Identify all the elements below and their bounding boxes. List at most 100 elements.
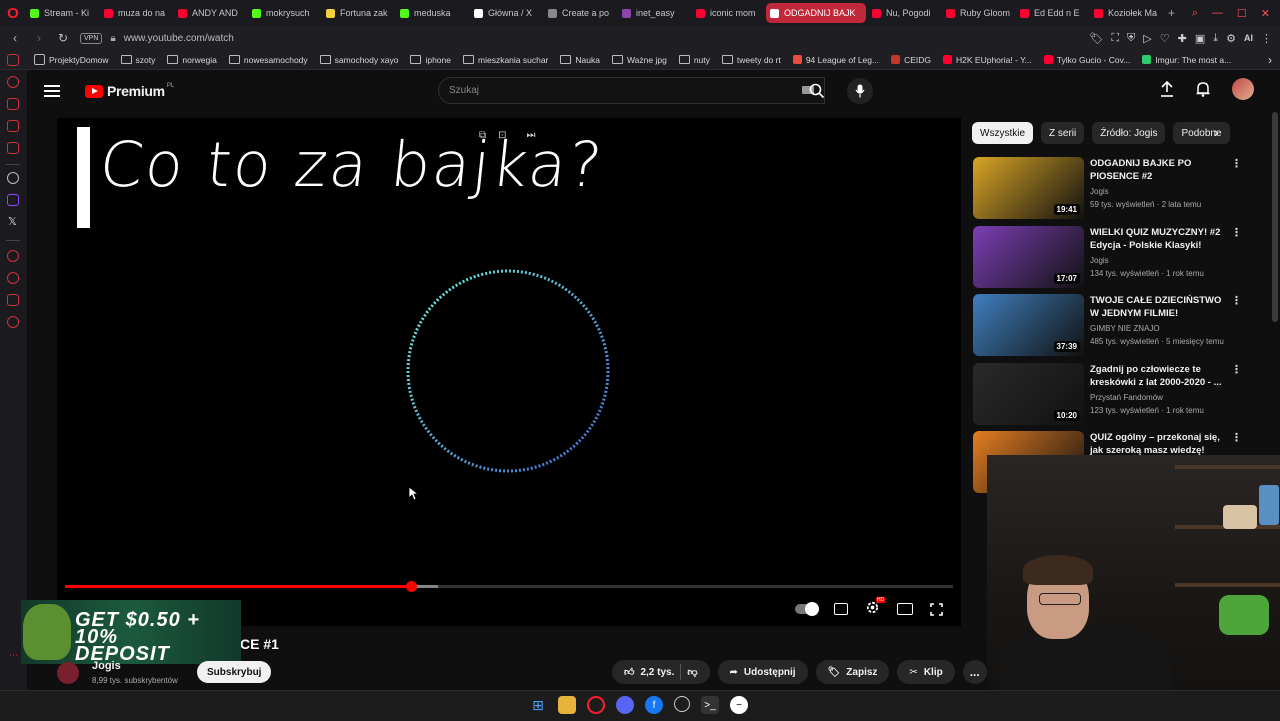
video-thumbnail[interactable]: 17:07: [973, 226, 1084, 288]
opera-logo-icon[interactable]: O: [0, 0, 26, 26]
like-count[interactable]: 2,2 tys.: [640, 667, 674, 678]
filter-chip[interactable]: Podobne: [1173, 122, 1230, 144]
app-icon[interactable]: −: [730, 696, 748, 714]
clip-button[interactable]: ✂ Klip: [897, 660, 955, 684]
browser-tab[interactable]: Fortuna zak: [322, 3, 394, 23]
search-input[interactable]: Szukaj: [438, 77, 825, 104]
bookmark-item[interactable]: nowesamochody: [228, 55, 308, 65]
bookmark-item[interactable]: mieszkania suchar: [463, 55, 548, 65]
extensions-icon[interactable]: ✚: [1178, 32, 1187, 45]
heart-icon[interactable]: ♡: [1160, 32, 1170, 45]
player-icon[interactable]: ▷: [1143, 32, 1151, 45]
video-title[interactable]: QUIZ ogólny – przekonaj się, jak szeroką…: [1090, 431, 1225, 457]
casino-ad-overlay[interactable]: GET $0.50 + 10% DEPOSIT: [21, 600, 241, 664]
browser-tab[interactable]: inet_easy: [618, 3, 690, 23]
bookmark-item[interactable]: samochody xayo: [319, 55, 398, 65]
browser-tab[interactable]: ANDY AND: [174, 3, 246, 23]
more-options-icon[interactable]: ⋮: [1231, 431, 1242, 444]
back-icon[interactable]: ‹: [6, 31, 24, 45]
recommended-video[interactable]: 19:41 ODGADNIJ BAJKE PO PIOSENCE #2 Jogis 5…: [973, 157, 1273, 219]
search-button[interactable]: [802, 77, 832, 104]
channel-name[interactable]: Jogis: [92, 660, 121, 672]
bookmark-item[interactable]: ProjektyDomow: [34, 54, 109, 65]
skip-next-icon[interactable]: ⏭: [527, 130, 536, 141]
channel-avatar[interactable]: [57, 662, 79, 684]
youtube-premium-logo[interactable]: Premium PL: [85, 83, 174, 99]
video-title[interactable]: Zgadnij po człowiecze te kreskówki z lat…: [1090, 363, 1225, 389]
scrubber-knob[interactable]: [406, 581, 418, 592]
browser-tab[interactable]: mokrysuch: [248, 3, 320, 23]
recommended-video[interactable]: 10:20 Zgadnij po człowiecze te kreskówki …: [973, 363, 1273, 425]
bookmark-item[interactable]: iphone: [410, 55, 451, 65]
more-options-icon[interactable]: ⋮: [1231, 157, 1242, 170]
close-window-icon[interactable]: ✕: [1261, 7, 1270, 20]
windows-start-icon[interactable]: ⊞: [529, 696, 547, 714]
browser-tab[interactable]: muza do na: [100, 3, 172, 23]
fullscreen-icon[interactable]: [930, 602, 943, 616]
sidebar-expand-icon[interactable]: ⋯: [9, 650, 18, 661]
discord-icon[interactable]: [616, 696, 634, 714]
obs-icon[interactable]: [674, 696, 690, 712]
facebook-icon[interactable]: f: [645, 696, 663, 714]
clock-icon[interactable]: [7, 272, 19, 284]
bookmark-item[interactable]: szoty: [120, 55, 155, 65]
chips-next-arrow-icon[interactable]: ›: [1214, 124, 1219, 140]
recommended-video[interactable]: 17:07 WIELKI QUIZ MUZYCZNY! #2 Edycja - P…: [973, 226, 1273, 288]
terminal-icon[interactable]: >_: [701, 696, 719, 714]
more-options-icon[interactable]: ⋮: [1231, 363, 1242, 376]
progress-bar[interactable]: [65, 581, 953, 592]
share-button[interactable]: ➦ Udostępnij: [717, 660, 808, 684]
video-title[interactable]: ODGADNIJ BAJKE PO PIOSENCE #2: [1090, 157, 1225, 183]
download-icon[interactable]: ⤓: [1213, 32, 1218, 45]
bookmark-item[interactable]: norwegia: [167, 55, 217, 65]
browser-tab[interactable]: Ruby Gloom: [942, 3, 1014, 23]
bookmarks-more-icon[interactable]: ›: [1268, 53, 1280, 67]
browser-tab[interactable]: ODGADNIJ BAJK: [766, 3, 866, 23]
pip-icon[interactable]: ⊡: [498, 130, 506, 141]
thumbs-up-icon[interactable]: 👍︎: [624, 666, 634, 678]
minimize-icon[interactable]: —: [1212, 7, 1223, 20]
bag-icon[interactable]: [7, 98, 19, 110]
maximize-icon[interactable]: ☐: [1237, 7, 1247, 20]
save-button[interactable]: 🏷︎ Zapisz: [815, 660, 890, 684]
snapshot-icon[interactable]: ⛶: [1111, 32, 1119, 45]
channel-name[interactable]: Jogis: [1090, 256, 1109, 265]
autoplay-toggle[interactable]: [795, 602, 819, 616]
video-title[interactable]: TWOJE CAŁE DZIECIŃSTWO W JEDNYM FILMIE!: [1090, 294, 1225, 320]
menu-icon[interactable]: ⋮: [1261, 32, 1272, 45]
sidebar-scrollbar[interactable]: [1272, 112, 1278, 322]
subscribe-button[interactable]: Subskrybuj: [197, 661, 272, 683]
filter-chip[interactable]: Źródło: Jogis: [1092, 122, 1166, 144]
box-icon[interactable]: [7, 294, 19, 306]
easy-setup-icon[interactable]: ⚙: [1226, 32, 1236, 45]
thumbs-down-icon[interactable]: 👎︎: [687, 666, 697, 678]
video-player[interactable]: Co to za bajka? ⧉ ⊡ ⏭ HD: [57, 118, 961, 626]
instagram-icon[interactable]: [7, 142, 19, 154]
voice-search-button[interactable]: [847, 78, 873, 104]
bookmark-item[interactable]: CEIDG: [891, 55, 931, 65]
x-icon[interactable]: 𝕏: [8, 215, 17, 228]
bookmark-item[interactable]: tweety do rt: [721, 55, 781, 65]
home-icon[interactable]: [7, 54, 19, 66]
video-thumbnail[interactable]: 19:41: [973, 157, 1084, 219]
more-actions-button[interactable]: ...: [962, 660, 987, 684]
channel-name[interactable]: GIMBY NIE ZNAJO: [1090, 324, 1160, 333]
filter-chip[interactable]: Wszystkie: [972, 122, 1033, 144]
bookmark-item[interactable]: Nauka: [560, 55, 600, 65]
url-input[interactable]: www.youtube.com/watch: [124, 33, 234, 44]
settings-gear-icon[interactable]: HD: [865, 597, 885, 618]
settings-icon[interactable]: [7, 316, 19, 328]
aria-ai-button[interactable]: AI: [1244, 33, 1253, 43]
opera-gx-icon[interactable]: [587, 696, 605, 714]
reload-icon[interactable]: ↻: [54, 31, 72, 45]
bookmark-item[interactable]: Imgur: The most a...: [1142, 55, 1231, 65]
theater-mode-icon[interactable]: [897, 603, 913, 615]
more-options-icon[interactable]: ⋮: [1231, 294, 1242, 307]
bookmark-item[interactable]: Tylko Gucio - Cov...: [1043, 55, 1130, 65]
history-icon[interactable]: [7, 250, 19, 262]
search-tabs-icon[interactable]: ⌕: [1192, 7, 1198, 20]
browser-tab[interactable]: Create a po: [544, 3, 616, 23]
bookmark-item[interactable]: 94 League of Leg...: [792, 55, 879, 65]
speed-dial-icon[interactable]: [7, 76, 19, 88]
chatgpt-icon[interactable]: [7, 172, 19, 184]
